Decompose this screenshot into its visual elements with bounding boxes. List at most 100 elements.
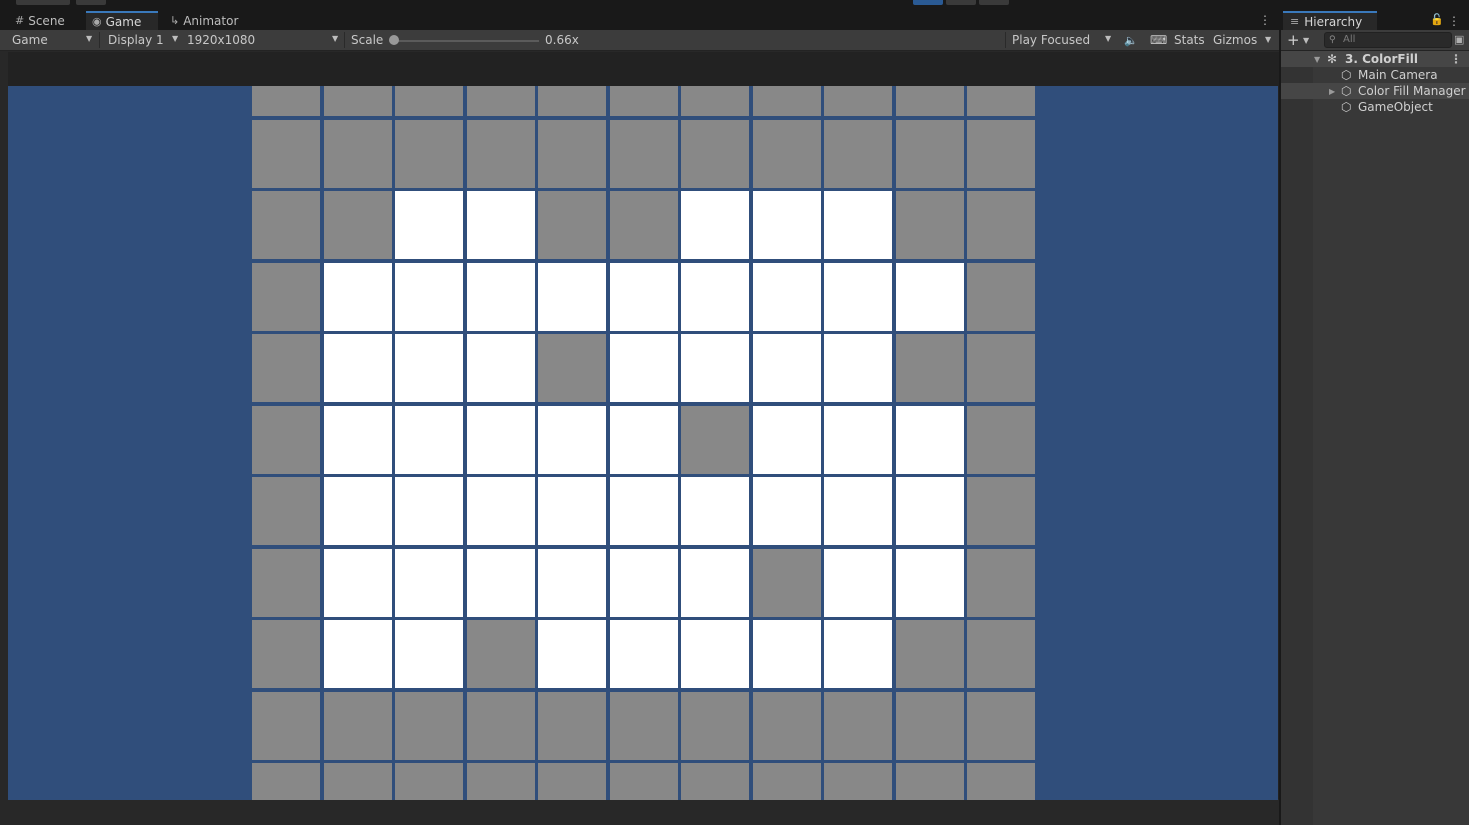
- grid-cell-filled[interactable]: [753, 191, 821, 259]
- grid-cell-empty[interactable]: [324, 86, 392, 116]
- grid-cell-empty[interactable]: [753, 549, 821, 617]
- grid-cell-filled[interactable]: [538, 477, 606, 545]
- grid-cell-empty[interactable]: [610, 692, 678, 760]
- grid-cell-empty[interactable]: [824, 120, 892, 188]
- grid-cell-filled[interactable]: [610, 263, 678, 331]
- grid-cell-empty[interactable]: [967, 120, 1035, 188]
- stats-button[interactable]: Stats: [1174, 30, 1205, 50]
- grid-cell-filled[interactable]: [467, 191, 535, 259]
- grid-cell-filled[interactable]: [681, 620, 749, 688]
- grid-cell-empty[interactable]: [610, 763, 678, 800]
- grid-cell-empty[interactable]: [252, 120, 320, 188]
- grid-cell-filled[interactable]: [753, 334, 821, 402]
- grid-cell-filled[interactable]: [610, 620, 678, 688]
- grid-cell-filled[interactable]: [324, 406, 392, 474]
- grid-cell-empty[interactable]: [395, 120, 463, 188]
- grid-cell-filled[interactable]: [753, 406, 821, 474]
- chevron-down-icon[interactable]: ▼: [1303, 36, 1309, 45]
- grid-cell-empty[interactable]: [824, 692, 892, 760]
- display-dropdown[interactable]: Display 1 ▼: [108, 30, 182, 50]
- grid-cell-filled[interactable]: [681, 334, 749, 402]
- grid-cell-empty[interactable]: [896, 620, 964, 688]
- grid-cell-filled[interactable]: [753, 263, 821, 331]
- grid-cell-empty[interactable]: [610, 120, 678, 188]
- tab-game[interactable]: ◉ Game: [86, 11, 158, 30]
- gizmos-button[interactable]: Gizmos: [1213, 30, 1257, 50]
- expand-arrow-icon[interactable]: ▶: [1329, 87, 1335, 96]
- grid-cell-filled[interactable]: [538, 406, 606, 474]
- grid-cell-filled[interactable]: [395, 620, 463, 688]
- view-mode-dropdown[interactable]: Game ▼: [12, 30, 96, 50]
- grid-cell-empty[interactable]: [753, 763, 821, 800]
- grid-cell-empty[interactable]: [538, 763, 606, 800]
- grid-cell-empty[interactable]: [252, 263, 320, 331]
- grid-cell-empty[interactable]: [252, 620, 320, 688]
- grid-cell-filled[interactable]: [824, 191, 892, 259]
- grid-cell-empty[interactable]: [967, 763, 1035, 800]
- grid-cell-empty[interactable]: [681, 86, 749, 116]
- grid-cell-filled[interactable]: [395, 263, 463, 331]
- grid-cell-empty[interactable]: [681, 763, 749, 800]
- grid-cell-empty[interactable]: [252, 477, 320, 545]
- grid-cell-filled[interactable]: [824, 406, 892, 474]
- grid-cell-filled[interactable]: [324, 549, 392, 617]
- grid-cell-empty[interactable]: [252, 334, 320, 402]
- grid-cell-filled[interactable]: [824, 477, 892, 545]
- search-by-type-icon[interactable]: ▣: [1454, 33, 1464, 46]
- grid-cell-filled[interactable]: [324, 263, 392, 331]
- grid-cell-filled[interactable]: [395, 477, 463, 545]
- grid-cell-empty[interactable]: [395, 86, 463, 116]
- expand-arrow-icon[interactable]: ▼: [1314, 55, 1320, 64]
- more-options-icon[interactable]: ⋮: [1448, 14, 1460, 28]
- grid-cell-empty[interactable]: [681, 692, 749, 760]
- hierarchy-item-color-fill-manager[interactable]: ▶ ⬡ Color Fill Manager: [1281, 83, 1469, 99]
- grid-cell-filled[interactable]: [681, 263, 749, 331]
- grid-cell-empty[interactable]: [824, 86, 892, 116]
- grid-cell-filled[interactable]: [681, 549, 749, 617]
- grid-cell-empty[interactable]: [252, 191, 320, 259]
- hierarchy-scene-row[interactable]: ▼ ✻ 3. ColorFill ⋮: [1281, 51, 1469, 67]
- grid-cell-filled[interactable]: [824, 334, 892, 402]
- grid-cell-empty[interactable]: [896, 334, 964, 402]
- grid-cell-empty[interactable]: [467, 692, 535, 760]
- grid-cell-filled[interactable]: [610, 477, 678, 545]
- grid-cell-filled[interactable]: [824, 263, 892, 331]
- grid-cell-filled[interactable]: [610, 334, 678, 402]
- grid-cell-filled[interactable]: [324, 334, 392, 402]
- add-icon[interactable]: +: [1287, 31, 1300, 49]
- grid-cell-empty[interactable]: [824, 763, 892, 800]
- grid-cell-empty[interactable]: [967, 191, 1035, 259]
- grid-cell-empty[interactable]: [252, 692, 320, 760]
- grid-cell-empty[interactable]: [967, 86, 1035, 116]
- tab-hierarchy[interactable]: ≡ Hierarchy: [1283, 11, 1377, 30]
- scale-slider-handle[interactable]: [389, 35, 399, 45]
- grid-cell-empty[interactable]: [467, 620, 535, 688]
- grid-cell-empty[interactable]: [538, 120, 606, 188]
- grid-cell-empty[interactable]: [538, 692, 606, 760]
- play-mode-dropdown[interactable]: Play Focused ▼: [1012, 30, 1115, 50]
- grid-cell-empty[interactable]: [967, 477, 1035, 545]
- grid-cell-empty[interactable]: [324, 120, 392, 188]
- grid-cell-filled[interactable]: [681, 191, 749, 259]
- grid-cell-empty[interactable]: [538, 191, 606, 259]
- grid-cell-empty[interactable]: [896, 191, 964, 259]
- grid-cell-empty[interactable]: [753, 86, 821, 116]
- grid-cell-filled[interactable]: [896, 406, 964, 474]
- grid-cell-empty[interactable]: [896, 120, 964, 188]
- pause-button[interactable]: [946, 0, 976, 5]
- grid-cell-filled[interactable]: [824, 620, 892, 688]
- scene-menu-icon[interactable]: ⋮: [1450, 52, 1462, 66]
- grid-cell-empty[interactable]: [896, 86, 964, 116]
- grid-cell-empty[interactable]: [753, 120, 821, 188]
- grid-cell-filled[interactable]: [324, 477, 392, 545]
- toolbar-button-cloud[interactable]: [76, 0, 106, 5]
- grid-cell-filled[interactable]: [753, 477, 821, 545]
- grid-cell-filled[interactable]: [395, 191, 463, 259]
- hierarchy-search-input[interactable]: ⚲ All: [1324, 32, 1452, 48]
- grid-cell-empty[interactable]: [324, 763, 392, 800]
- grid-cell-empty[interactable]: [324, 191, 392, 259]
- grid-cell-empty[interactable]: [252, 406, 320, 474]
- grid-cell-empty[interactable]: [681, 120, 749, 188]
- grid-cell-empty[interactable]: [252, 763, 320, 800]
- grid-cell-empty[interactable]: [896, 692, 964, 760]
